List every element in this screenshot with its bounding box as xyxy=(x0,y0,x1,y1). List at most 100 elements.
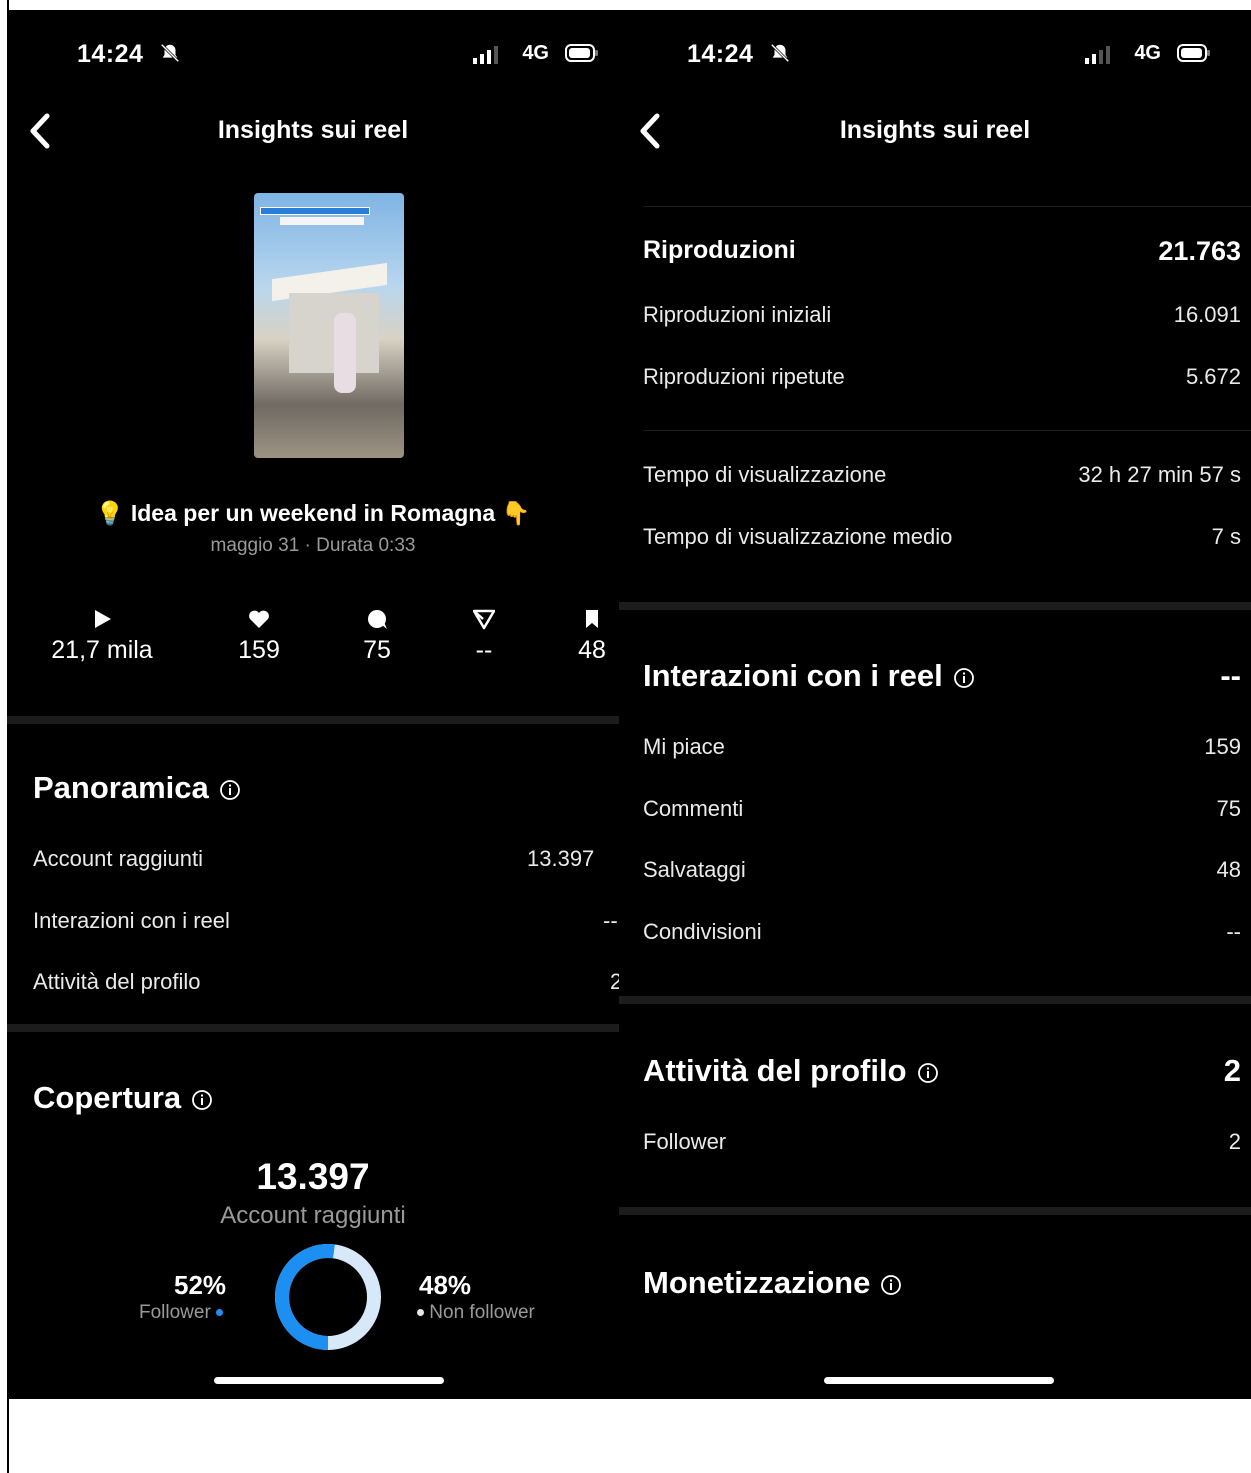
section-divider xyxy=(619,996,1251,1004)
info-icon[interactable] xyxy=(953,667,975,689)
profile-activity-total: 2 xyxy=(1223,1053,1241,1088)
share-icon xyxy=(473,609,495,630)
follower-dot xyxy=(216,1309,224,1317)
stat-likes: 159 xyxy=(199,608,319,665)
battery-icon xyxy=(565,44,598,62)
plays-total: 21.763 xyxy=(1158,236,1241,266)
coverage-donut xyxy=(275,1244,381,1350)
interactions-title: Interazioni con i reel xyxy=(643,658,975,694)
overview-row-label: Attività del profilo xyxy=(33,969,201,994)
interactions-row-label: Condivisioni xyxy=(643,919,762,944)
play-icon xyxy=(95,610,111,628)
follower-legend: Follower xyxy=(139,1302,224,1324)
page-title: Insights sui reel xyxy=(217,116,409,144)
thumbnail-person xyxy=(334,313,356,393)
stat-plays: 21,7 mila xyxy=(42,608,162,665)
watch-row-value: 32 h 27 min 57 s xyxy=(1078,462,1241,487)
profile-activity-title-text: Attività del profilo xyxy=(643,1053,907,1088)
interactions-row-value: 48 xyxy=(1216,857,1241,882)
overview-row-label: Interazioni con i reel xyxy=(33,908,230,933)
plays-row-value: 16.091 xyxy=(1173,302,1241,327)
reel-caption: 💡 Idea per un weekend in Romagna 👇 xyxy=(95,500,531,526)
monetization-title-text: Monetizzazione xyxy=(643,1265,871,1300)
plays-title: Riproduzioni xyxy=(643,236,796,264)
stat-saves: 48 xyxy=(532,608,619,665)
info-icon[interactable] xyxy=(880,1274,902,1296)
status-bar: 14:24 4G xyxy=(7,40,619,70)
overview-row-value: 2 xyxy=(610,969,619,994)
thumbnail-banner xyxy=(260,207,370,215)
status-bar: 14:24 4G xyxy=(619,40,1251,70)
section-divider xyxy=(7,716,619,724)
interactions-row-value: 159 xyxy=(1204,734,1241,759)
home-indicator xyxy=(824,1377,1054,1384)
stat-shares-value: -- xyxy=(475,636,493,664)
overview-row-label: Account raggiunti xyxy=(33,846,203,871)
status-time: 14:24 xyxy=(77,40,144,68)
interactions-row-label: Commenti xyxy=(643,796,744,821)
nonfollower-dot xyxy=(417,1309,424,1317)
section-divider xyxy=(7,1024,619,1032)
row-separator xyxy=(643,430,1251,431)
stat-shares: -- xyxy=(424,608,544,665)
signal-icon xyxy=(473,46,498,64)
interactions-total: -- xyxy=(1220,658,1241,693)
coverage-total: 13.397 xyxy=(256,1156,370,1197)
muted-bell-icon xyxy=(770,43,790,63)
reel-thumbnail[interactable] xyxy=(254,193,404,458)
profile-row-label: Follower xyxy=(643,1129,727,1154)
reel-meta: maggio 31 · Durata 0:33 xyxy=(210,535,416,556)
profile-activity-title: Attività del profilo xyxy=(643,1053,939,1089)
info-icon[interactable] xyxy=(191,1089,213,1111)
follower-legend-label: Follower xyxy=(139,1302,211,1323)
status-time: 14:24 xyxy=(687,40,754,68)
coverage-title: Copertura xyxy=(33,1080,213,1116)
thumbnail-subbanner xyxy=(280,217,364,225)
overview-row-value: 13.397 xyxy=(527,846,595,871)
nonfollower-legend: Non follower xyxy=(417,1302,535,1324)
nonfollower-percent: 48% xyxy=(419,1270,472,1300)
interactions-row-label: Mi piace xyxy=(643,734,725,759)
battery-icon xyxy=(1177,44,1210,62)
bookmark-icon xyxy=(586,610,598,628)
info-icon[interactable] xyxy=(219,779,241,801)
watch-row-label: Tempo di visualizzazione medio xyxy=(643,524,953,549)
stat-comments: 75 xyxy=(317,608,437,665)
monetization-title: Monetizzazione xyxy=(643,1265,902,1301)
home-indicator xyxy=(214,1377,444,1384)
signal-icon xyxy=(1085,46,1110,64)
plays-row-label: Riproduzioni iniziali xyxy=(643,302,832,327)
interactions-row-label: Salvataggi xyxy=(643,857,746,882)
coverage-title-text: Copertura xyxy=(33,1080,182,1115)
section-divider xyxy=(619,1207,1251,1215)
interactions-title-text: Interazioni con i reel xyxy=(643,658,943,693)
network-label: 4G xyxy=(522,42,549,64)
stat-comments-value: 75 xyxy=(363,636,391,664)
watch-row-value: 7 s xyxy=(1211,524,1241,549)
heart-icon xyxy=(249,610,269,628)
overview-title: Panoramica xyxy=(33,770,241,806)
stat-likes-value: 159 xyxy=(238,636,280,664)
nonfollower-legend-label: Non follower xyxy=(429,1302,535,1323)
profile-row-value: 2 xyxy=(1228,1129,1241,1154)
watch-row-label: Tempo di visualizzazione xyxy=(643,462,887,487)
overview-title-text: Panoramica xyxy=(33,770,209,805)
coverage-total-label: Account raggiunti xyxy=(220,1202,406,1229)
left-phone-screen: 14:24 4G Insights sui reel 💡 Idea per un… xyxy=(7,10,619,1399)
page-title: Insights sui reel xyxy=(839,116,1031,144)
plays-row-value: 5.672 xyxy=(1185,364,1241,389)
stat-plays-value: 21,7 mila xyxy=(51,636,153,664)
plays-row-label: Riproduzioni ripetute xyxy=(643,364,845,389)
follower-percent: 52% xyxy=(174,1270,227,1300)
info-icon[interactable] xyxy=(917,1062,939,1084)
interactions-row-value: -- xyxy=(1226,919,1241,944)
row-separator xyxy=(643,206,1251,207)
network-label: 4G xyxy=(1134,42,1161,64)
nav-header: Insights sui reel xyxy=(619,110,1251,155)
nav-header: Insights sui reel xyxy=(7,110,619,155)
muted-bell-icon xyxy=(160,43,180,63)
stat-saves-value: 48 xyxy=(578,636,606,664)
screenshot-frame: 14:24 4G Insights sui reel 💡 Idea per un… xyxy=(7,10,1251,1399)
right-phone-screen: 14:24 4G Insights sui reel Riproduzioni … xyxy=(619,10,1251,1399)
section-divider xyxy=(619,602,1251,610)
